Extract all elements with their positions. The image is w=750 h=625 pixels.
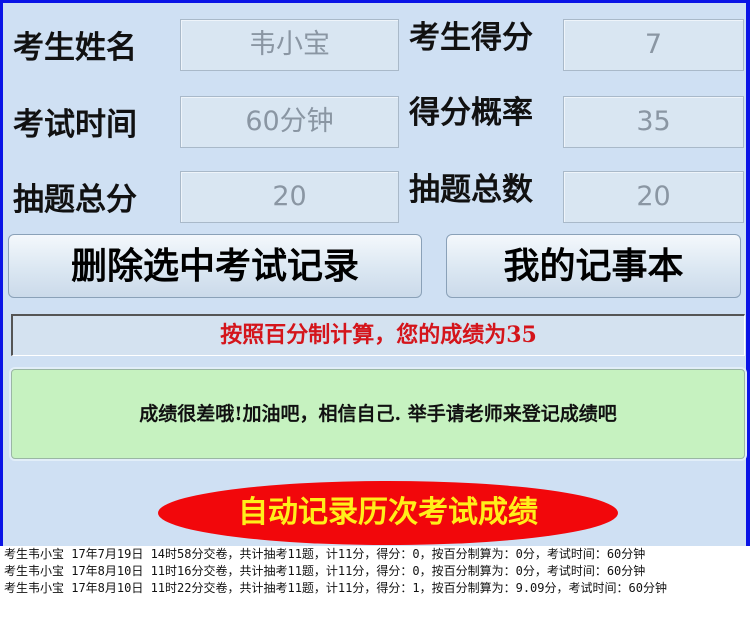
rate-field[interactable]: 35	[563, 96, 744, 148]
score-field[interactable]: 7	[563, 19, 744, 71]
record-line: 考生韦小宝 17年8月10日 11时22分交卷，共计抽考11题，计11分，得分：…	[4, 581, 667, 595]
count-label: 抽题总数	[409, 172, 533, 208]
time-label: 考试时间	[13, 107, 137, 143]
main-panel: 考生姓名 韦小宝 考生得分 7 考试时间 60分钟 得分概率 35 抽题总分 2…	[3, 3, 746, 546]
comment-box: 成绩很差哦!加油吧，相信自己. 举手请老师来登记成绩吧	[11, 369, 745, 459]
count-field[interactable]: 20	[563, 171, 744, 223]
total-field[interactable]: 20	[180, 171, 399, 223]
notebook-button[interactable]: 我的记事本	[446, 234, 741, 298]
record-line: 考生韦小宝 17年8月10日 11时16分交卷，共计抽考11题，计11分，得分：…	[4, 564, 646, 578]
rate-label: 得分概率	[409, 95, 533, 131]
name-label: 考生姓名	[13, 30, 137, 66]
auto-record-button[interactable]: 自动记录历次考试成绩	[158, 481, 618, 545]
result-display: 按照百分制计算，您的成绩为35	[11, 314, 745, 356]
record-line: 考生韦小宝 17年7月19日 14时58分交卷，共计抽考11题，计11分，得分：…	[4, 547, 646, 561]
app-frame: 考生姓名 韦小宝 考生得分 7 考试时间 60分钟 得分概率 35 抽题总分 2…	[0, 0, 750, 625]
record-log[interactable]: 考生韦小宝 17年7月19日 14时58分交卷，共计抽考11题，计11分，得分：…	[0, 546, 750, 625]
delete-record-button[interactable]: 删除选中考试记录	[8, 234, 422, 298]
score-label: 考生得分	[409, 20, 533, 56]
total-label: 抽题总分	[13, 182, 137, 218]
time-field[interactable]: 60分钟	[180, 96, 399, 148]
name-field[interactable]: 韦小宝	[180, 19, 399, 71]
